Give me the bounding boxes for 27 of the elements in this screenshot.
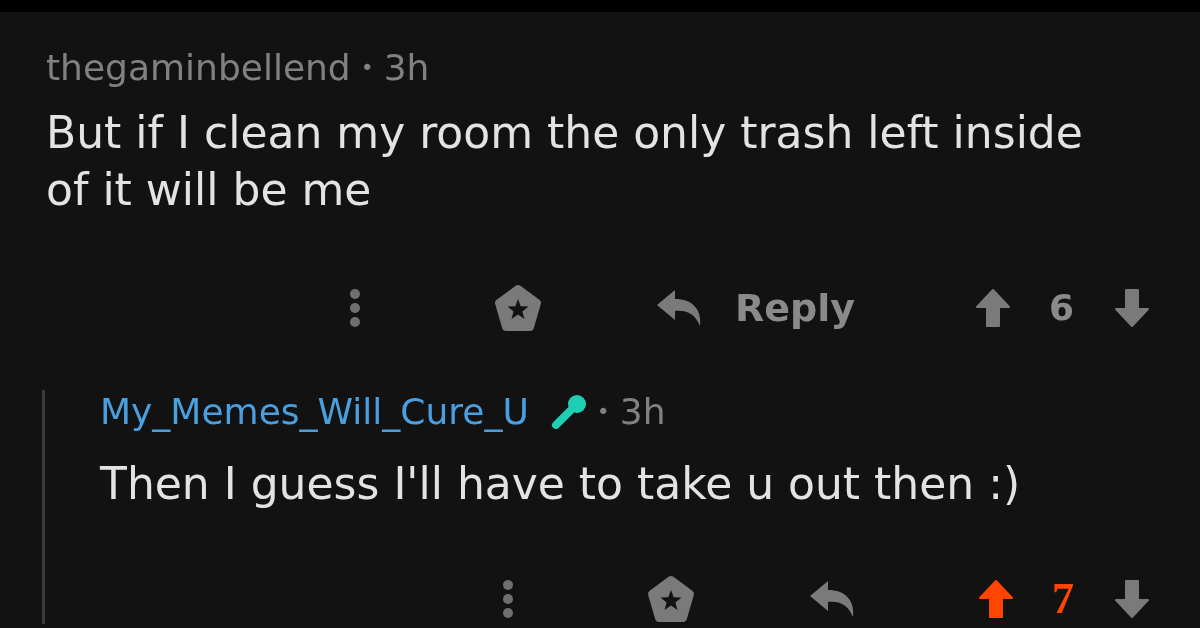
award-button[interactable] — [492, 283, 543, 333]
separator-dot: • — [596, 398, 610, 426]
vote-score: 6 — [1048, 286, 1074, 330]
more-options-button[interactable] — [348, 288, 361, 328]
up-arrow-icon — [978, 579, 1014, 619]
downvote-button[interactable] — [1114, 288, 1150, 328]
kebab-icon — [348, 288, 361, 328]
upvote-button[interactable] — [978, 579, 1014, 619]
comment-text: Then I guess I'll have to take u out then :) — [100, 457, 1022, 511]
reply-button[interactable]: Reply — [654, 283, 855, 333]
award-button[interactable] — [646, 574, 696, 624]
star-pentagon-icon — [646, 574, 696, 624]
separator-dot: • — [360, 54, 374, 82]
more-options-button[interactable] — [502, 579, 514, 619]
timestamp: 3h — [383, 46, 430, 90]
down-arrow-icon — [1114, 579, 1150, 619]
vote-score: 7 — [1052, 574, 1074, 624]
username[interactable]: My_Memes_Will_Cure_U — [100, 390, 529, 434]
upvote-button[interactable] — [974, 288, 1011, 328]
kebab-icon — [502, 579, 514, 619]
username[interactable]: thegaminbellend — [46, 46, 351, 90]
comment-text: But if I clean my room the only trash left inside of it will be me — [46, 106, 1084, 217]
up-arrow-icon — [974, 288, 1011, 328]
downvote-button[interactable] — [1114, 579, 1150, 619]
timestamp: 3h — [619, 390, 666, 434]
star-pentagon-icon — [492, 283, 543, 333]
down-arrow-icon — [1114, 288, 1150, 328]
